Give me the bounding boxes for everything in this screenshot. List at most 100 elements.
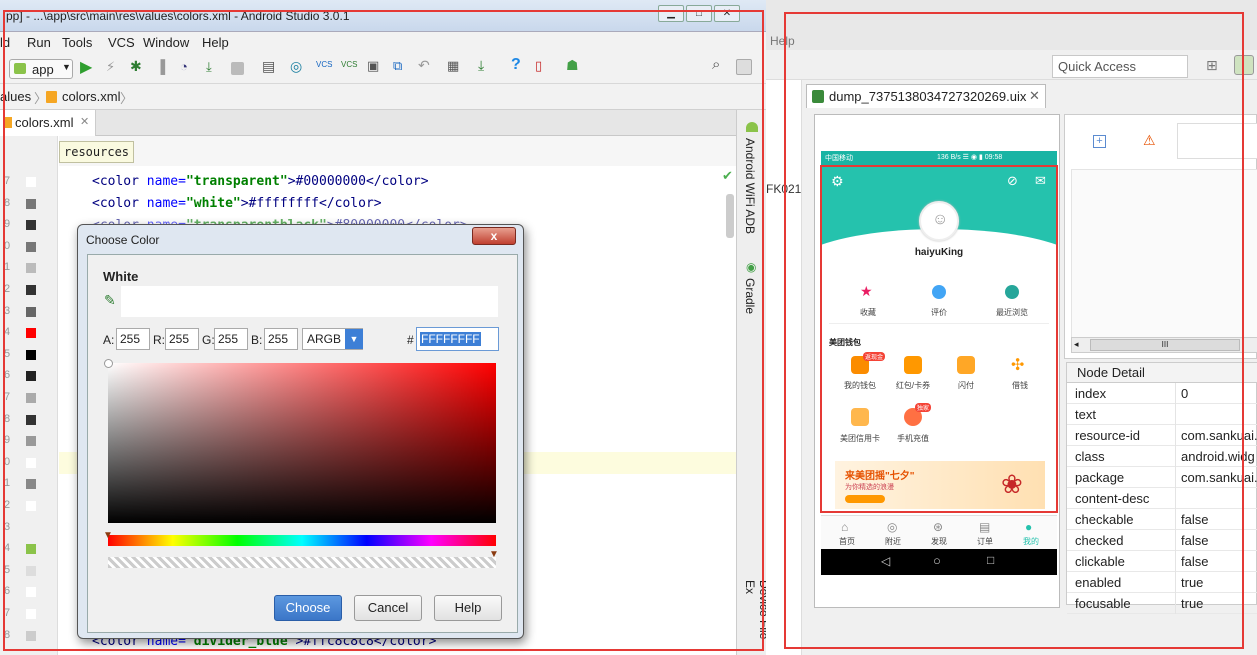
color-swatch-icon[interactable]: [26, 177, 36, 187]
red-input[interactable]: 255: [165, 328, 199, 350]
sync-icon[interactable]: ◎: [290, 58, 306, 74]
hue-slider[interactable]: [108, 535, 496, 546]
close-window-button[interactable]: ✕: [714, 5, 740, 22]
nav-discover[interactable]: 发现: [925, 536, 953, 547]
quick-reviews[interactable]: 评价: [922, 307, 956, 318]
color-swatch-icon[interactable]: [26, 241, 36, 252]
debug-icon[interactable]: ✱: [130, 58, 146, 74]
detail-row-enabled[interactable]: enabled true: [1067, 572, 1257, 593]
color-swatch-icon[interactable]: [26, 544, 36, 555]
mail-icon[interactable]: ✉: [1035, 173, 1046, 189]
color-swatch-icon[interactable]: [26, 565, 36, 576]
detail-row-clickable[interactable]: clickable false: [1067, 551, 1257, 572]
nav-nearby[interactable]: 附近: [879, 536, 907, 547]
choose-button[interactable]: Choose: [274, 595, 342, 621]
quick-recent[interactable]: 最近浏览: [987, 307, 1037, 318]
menu-tools[interactable]: Tools: [62, 35, 92, 50]
color-swatch-icon[interactable]: [26, 393, 36, 403]
tool-android-wifi-adb[interactable]: Android WiFi ADB: [743, 138, 757, 234]
menu-vcs[interactable]: VCS: [108, 35, 135, 50]
instant-run-icon[interactable]: ⤓: [206, 59, 222, 75]
cancel-button[interactable]: Cancel: [354, 595, 422, 621]
close-icon[interactable]: ✕: [80, 115, 89, 128]
build-icon[interactable]: ▤: [262, 58, 278, 74]
node-tree[interactable]: [1071, 169, 1257, 339]
alpha-handle[interactable]: ▼: [489, 549, 499, 560]
apply-changes-icon[interactable]: ⚡: [106, 59, 122, 75]
run-icon[interactable]: ▶: [80, 57, 96, 76]
color-mode-select[interactable]: ARGB ▼: [302, 328, 363, 350]
color-swatch-icon[interactable]: [26, 349, 36, 360]
avd-icon[interactable]: ▣: [367, 58, 383, 74]
wallet-coupons[interactable]: 红包/卡券: [891, 380, 935, 391]
scroll-thumb[interactable]: III: [1090, 339, 1240, 351]
picker-handle[interactable]: [104, 359, 113, 368]
close-icon[interactable]: ✕: [1029, 88, 1040, 104]
alpha-input[interactable]: 255: [116, 328, 150, 350]
detail-row-text[interactable]: text: [1067, 404, 1257, 425]
detail-row-content-desc[interactable]: content-desc: [1067, 488, 1257, 509]
wallet-loan[interactable]: 借钱: [1003, 380, 1037, 391]
avatar[interactable]: ☺: [919, 201, 959, 241]
green-input[interactable]: 255: [214, 328, 248, 350]
detail-row-index[interactable]: index 0: [1067, 383, 1257, 404]
eyedropper-icon[interactable]: ✎: [104, 292, 116, 309]
tab-dump-file[interactable]: dump_7375138034727320269.uix ✕: [806, 84, 1046, 108]
menu-build[interactable]: ld: [0, 35, 10, 50]
menu-help-bg[interactable]: Help: [770, 34, 795, 48]
undo-icon[interactable]: ↶: [418, 57, 434, 73]
home-button-icon[interactable]: ○: [933, 553, 941, 568]
back-icon[interactable]: ◁: [881, 554, 890, 568]
wallet-recharge[interactable]: 手机充值: [891, 433, 935, 444]
close-icon[interactable]: x: [472, 227, 516, 245]
breadcrumb-values[interactable]: alues: [0, 89, 31, 104]
project-structure-icon[interactable]: ▦: [447, 58, 463, 74]
color-swatch-icon[interactable]: [26, 371, 36, 382]
nav-home[interactable]: 首页: [833, 536, 861, 547]
color-swatch-icon[interactable]: [26, 285, 36, 295]
wallet-my-wallet[interactable]: 我的钱包: [839, 380, 881, 391]
color-swatch-icon[interactable]: [26, 457, 36, 468]
detail-row-class[interactable]: class android.widg: [1067, 446, 1257, 467]
run-config-select[interactable]: app ▼: [9, 59, 73, 79]
detail-row-focusable[interactable]: focusable true: [1067, 593, 1257, 614]
color-swatch-icon[interactable]: [26, 587, 36, 598]
color-swatch-icon[interactable]: [26, 198, 36, 209]
settings-icon[interactable]: ⚙: [831, 173, 844, 190]
android-device-icon[interactable]: ☗: [566, 57, 582, 73]
color-swatch-icon[interactable]: [26, 522, 36, 533]
detail-row-checkable[interactable]: checkable false: [1067, 509, 1257, 530]
menu-run[interactable]: Run: [27, 35, 51, 50]
vcs-commit-icon[interactable]: VCS: [341, 60, 357, 76]
sdk-manager-icon[interactable]: ⧉: [393, 58, 409, 74]
nav-mine[interactable]: 我的: [1017, 536, 1045, 547]
color-swatch-icon[interactable]: [26, 328, 36, 339]
promo-banner[interactable]: 来美团摇"七夕" 为你精选的浪漫 ❀: [835, 461, 1045, 509]
scan-icon[interactable]: ⊘: [1007, 173, 1018, 189]
horizontal-scrollbar[interactable]: ◂ III: [1071, 337, 1257, 353]
menu-window[interactable]: Window: [143, 35, 189, 50]
avatar-icon[interactable]: [736, 59, 752, 75]
recents-icon[interactable]: □: [987, 553, 994, 567]
hex-input[interactable]: FFFFFFFF: [416, 327, 499, 351]
color-swatch-icon[interactable]: [26, 501, 36, 511]
nav-orders[interactable]: 订单: [971, 536, 999, 547]
hue-handle[interactable]: ▼: [103, 530, 113, 541]
color-swatch-icon[interactable]: [26, 479, 36, 490]
quick-access-input[interactable]: Quick Access: [1052, 55, 1188, 78]
perspective-icon[interactable]: ⊞: [1206, 57, 1218, 74]
device-monitor-icon[interactable]: ▯: [535, 58, 551, 74]
tool-gradle[interactable]: Gradle: [743, 278, 757, 314]
search-icon[interactable]: ⌕: [712, 56, 728, 73]
vcs-update-icon[interactable]: VCS: [316, 60, 332, 76]
quick-favorites[interactable]: 收藏: [851, 307, 885, 318]
menu-help[interactable]: Help: [202, 35, 229, 50]
scrollbar-thumb[interactable]: [726, 194, 734, 238]
perspective-active-icon[interactable]: [1234, 55, 1254, 75]
detail-row-package[interactable]: package com.sankuai.: [1067, 467, 1257, 488]
attach-debugger-icon[interactable]: ▐: [156, 59, 172, 75]
breadcrumb-file[interactable]: colors.xml: [62, 89, 121, 104]
tab-colors-xml[interactable]: colors.xml ✕: [0, 110, 96, 136]
detail-row-resource-id[interactable]: resource-id com.sankuai.: [1067, 425, 1257, 446]
warning-icon[interactable]: ⚠: [1143, 132, 1156, 149]
